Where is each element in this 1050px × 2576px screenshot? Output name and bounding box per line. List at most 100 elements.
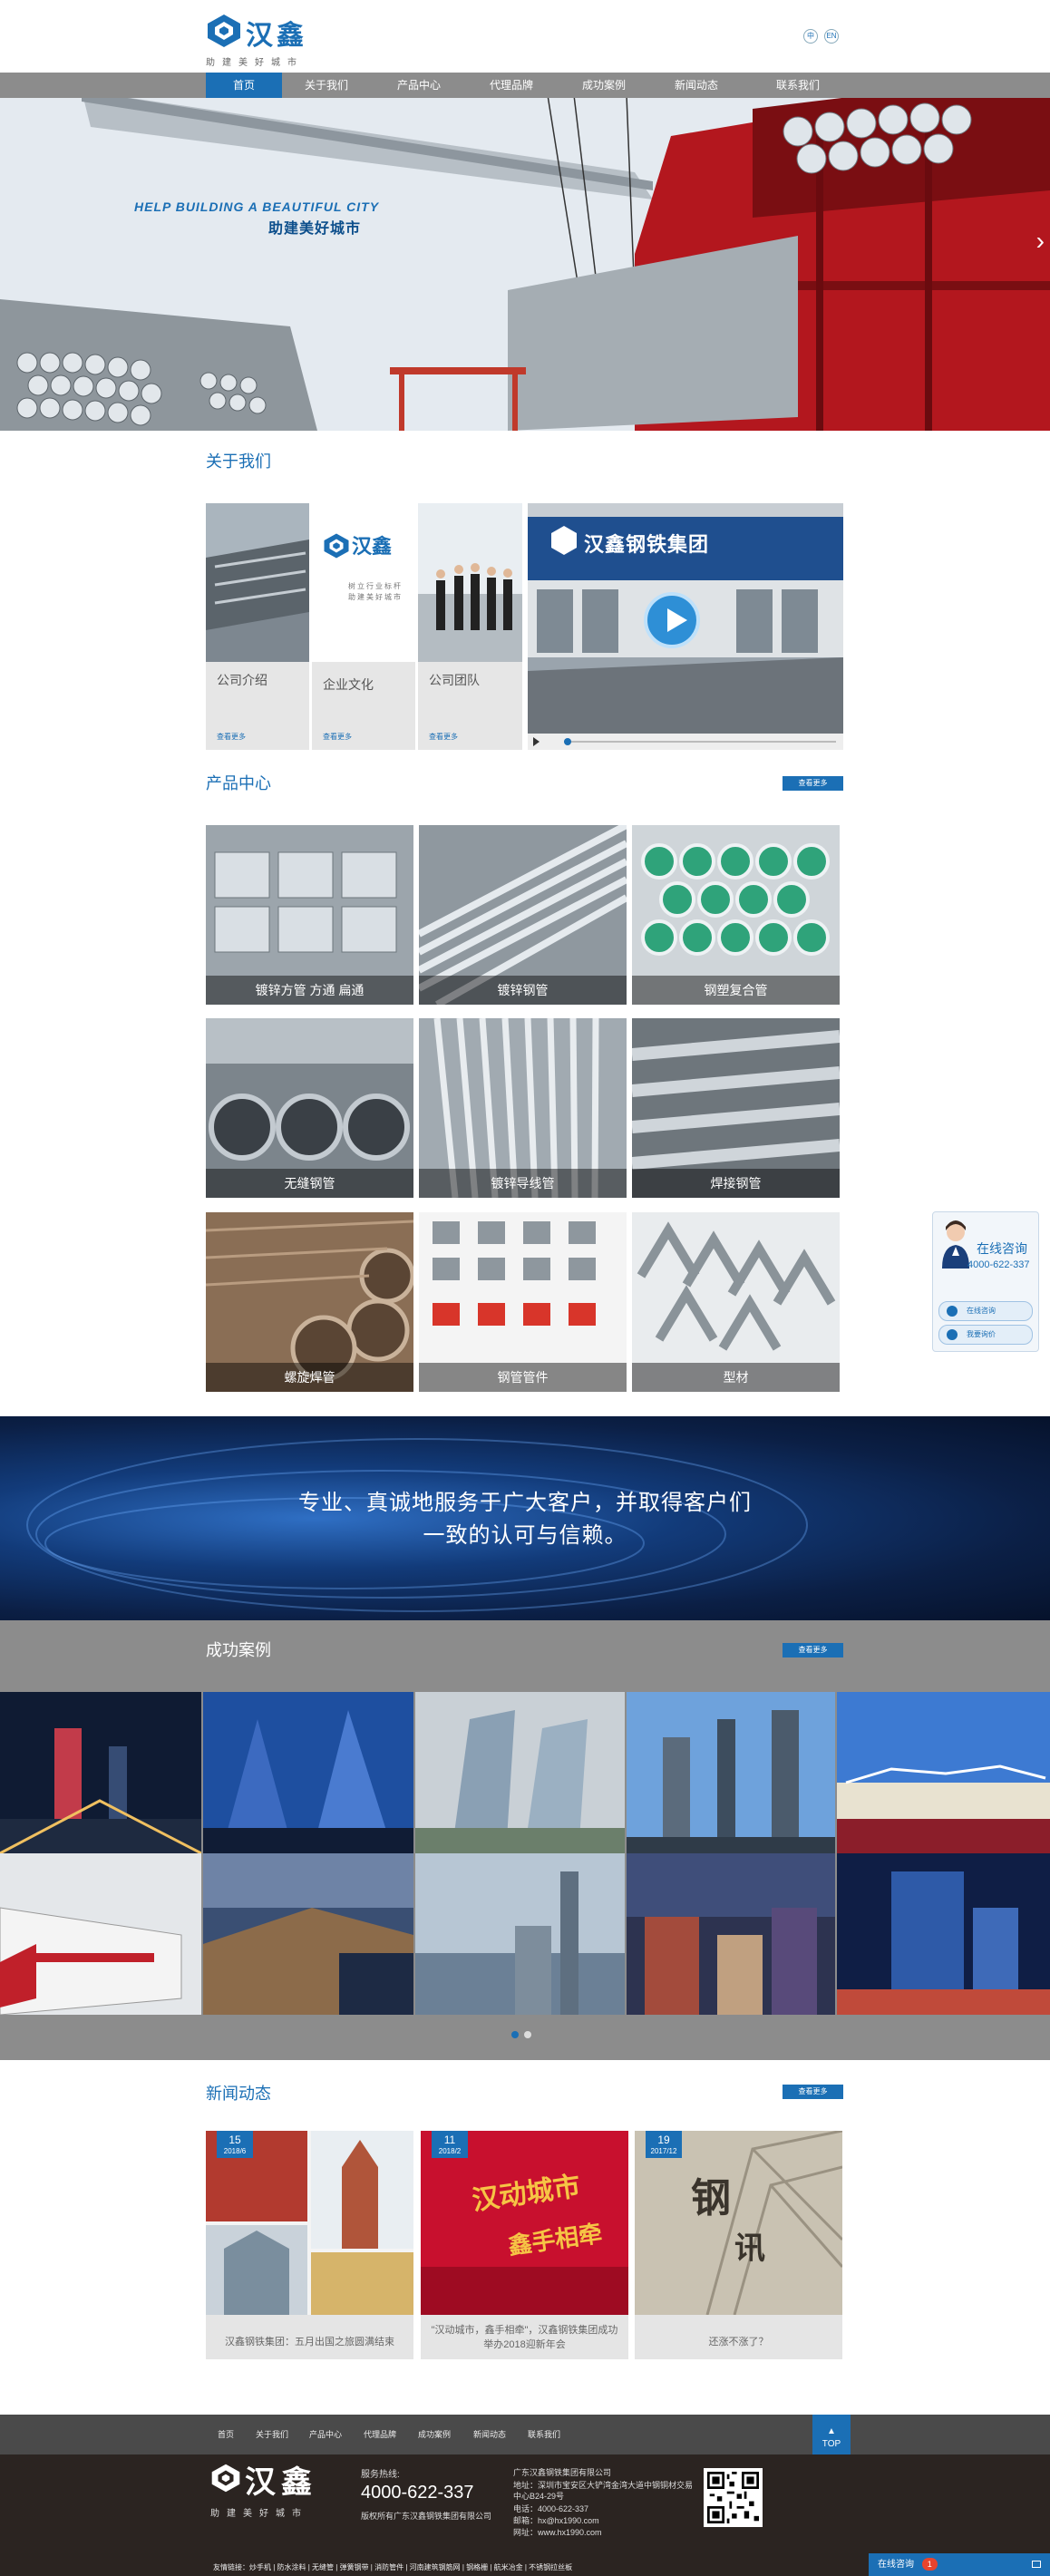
footer-nav-contact[interactable]: 联系我们: [528, 2428, 560, 2440]
footer-logo-icon: [211, 2464, 240, 2493]
case-card[interactable]: [837, 1692, 1050, 1853]
case-card[interactable]: [627, 1853, 835, 2015]
product-caption: 型材: [632, 1363, 840, 1392]
banner-next-arrow-icon[interactable]: ›: [1036, 227, 1045, 256]
nav-item-contact[interactable]: 联系我们: [760, 73, 836, 98]
case-card[interactable]: [203, 1692, 413, 1853]
news-card[interactable]: 汉动城市 鑫手相牵 11 2018/2 "汉动城市，鑫手相牵"，汉鑫钢铁集团成功…: [421, 2131, 628, 2359]
product-card[interactable]: 镀锌钢管: [419, 825, 627, 1005]
case-card[interactable]: [627, 1692, 835, 1853]
back-to-top-button[interactable]: ▲ TOP: [812, 2415, 851, 2454]
video-progress-bar[interactable]: [564, 741, 836, 743]
news-year-month: 2017/12: [650, 2147, 677, 2155]
case-card[interactable]: [0, 1853, 201, 2015]
nav-item-news[interactable]: 新闻动态: [658, 73, 734, 98]
about-card-culture[interactable]: 汉鑫 树立行业标杆 助建美好城市 企业文化 查看更多: [312, 503, 415, 750]
case-image: [415, 1692, 625, 1853]
about-card-label: 公司团队: [429, 673, 480, 687]
video-controls[interactable]: [528, 734, 843, 750]
footer-hotline-label: 服务热线:: [361, 2470, 400, 2480]
friend-links[interactable]: 友情链接：炒手机 | 防水涂料 | 无缝管 | 弹簧钢带 | 消防管件 | 河南…: [213, 2562, 572, 2572]
logo-mark-icon: [208, 15, 240, 47]
lang-cn-button[interactable]: 中: [803, 29, 818, 44]
case-card[interactable]: [837, 1853, 1050, 2015]
news-title[interactable]: "汉动城市，鑫手相牵"，汉鑫钢铁集团成功举办2018迎新年会: [430, 2323, 619, 2352]
news-image: [206, 2131, 413, 2315]
product-card[interactable]: 无缝钢管: [206, 1018, 413, 1198]
about-card-team[interactable]: 公司团队 查看更多: [418, 503, 522, 750]
product-caption: 镀锌方管 方通 扁通: [206, 976, 413, 1005]
product-caption: 镀锌钢管: [419, 976, 627, 1005]
intro-image: [206, 503, 309, 662]
product-caption: 钢塑复合管: [632, 976, 840, 1005]
case-image: [837, 1692, 1050, 1853]
maximize-icon[interactable]: [1032, 2561, 1041, 2568]
footer-nav-products[interactable]: 产品中心: [309, 2428, 342, 2440]
case-card[interactable]: [415, 1853, 625, 2015]
footer-nav-home[interactable]: 首页: [218, 2428, 234, 2440]
footer-nav-about[interactable]: 关于我们: [256, 2428, 288, 2440]
footer-nav-news[interactable]: 新闻动态: [473, 2428, 506, 2440]
company-video[interactable]: 汉鑫钢铁集团: [528, 503, 843, 750]
case-image: [415, 1853, 625, 2015]
case-image: [0, 1853, 201, 2015]
news-card[interactable]: 15 2018/6 汉鑫钢铁集团：五月出国之旅圆满结束: [206, 2131, 413, 2359]
about-section-title: 关于我们: [206, 452, 271, 471]
about-card-more-link[interactable]: 查看更多: [429, 732, 458, 742]
nav-item-home[interactable]: 首页: [206, 73, 282, 98]
product-card[interactable]: 螺旋焊管: [206, 1212, 413, 1392]
footer-nav-brands[interactable]: 代理品牌: [364, 2428, 396, 2440]
products-section-title: 产品中心: [206, 774, 271, 792]
logo[interactable]: 汉鑫 助建美好城市: [206, 13, 351, 68]
news-date-badge: 15 2018/6: [217, 2131, 253, 2158]
video-progress-handle[interactable]: [564, 738, 571, 745]
news-section-title: 新闻动态: [206, 2085, 271, 2103]
news-title[interactable]: 汉鑫钢铁集团：五月出国之旅圆满结束: [215, 2335, 404, 2349]
carousel-dot[interactable]: [524, 2031, 531, 2038]
cases-more-button[interactable]: 查看更多: [783, 1643, 843, 1657]
case-card[interactable]: [0, 1692, 201, 1853]
consult-online-button[interactable]: 在线咨询: [938, 1301, 1033, 1321]
nav-item-cases[interactable]: 成功案例: [566, 73, 642, 98]
product-caption: 镀锌导线管: [419, 1169, 627, 1198]
carousel-dot-active[interactable]: [511, 2031, 519, 2038]
consult-quote-button[interactable]: 我要询价: [938, 1325, 1033, 1345]
products-more-button[interactable]: 查看更多: [783, 776, 843, 791]
about-card-more-link[interactable]: 查看更多: [323, 732, 352, 742]
news-title[interactable]: 还涨不涨了？: [644, 2335, 833, 2349]
banner-image: [0, 73, 1050, 431]
case-card[interactable]: [415, 1692, 625, 1853]
product-card[interactable]: 型材: [632, 1212, 840, 1392]
product-card[interactable]: 焊接钢管: [632, 1018, 840, 1198]
chat-unread-badge: 1: [921, 2558, 938, 2571]
nav-item-about[interactable]: 关于我们: [288, 73, 365, 98]
product-card[interactable]: 镀锌导线管: [419, 1018, 627, 1198]
nav-item-brands[interactable]: 代理品牌: [473, 73, 549, 98]
footer-nav-cases[interactable]: 成功案例: [418, 2428, 451, 2440]
play-icon[interactable]: [644, 592, 700, 648]
video-play-small-icon[interactable]: [533, 737, 540, 746]
service-banner: 专业、真诚地服务于广大客户，并取得客户们 一致的认可与信赖。: [0, 1416, 1050, 1620]
lang-en-button[interactable]: EN: [824, 29, 839, 44]
video-sign-text: 汉鑫钢铁集团: [584, 533, 710, 556]
chat-bar[interactable]: 在线咨询 1: [869, 2553, 1050, 2576]
news-card[interactable]: 钢 讯 19 2017/12 还涨不涨了？: [635, 2131, 842, 2359]
about-card-intro[interactable]: 公司介绍 查看更多: [206, 503, 309, 750]
case-card[interactable]: [203, 1853, 413, 2015]
product-card[interactable]: 钢塑复合管: [632, 825, 840, 1005]
online-consult-widget[interactable]: 在线咨询 4000-622-337 在线咨询 我要询价: [932, 1211, 1039, 1352]
case-image: [627, 1853, 835, 2015]
footer-nav: 首页 关于我们 产品中心 代理品牌 成功案例 新闻动态 联系我们: [0, 2415, 1050, 2454]
product-card[interactable]: 镀锌方管 方通 扁通: [206, 825, 413, 1005]
news-more-button[interactable]: 查看更多: [783, 2085, 843, 2099]
quote-icon: [947, 1329, 958, 1340]
product-card[interactable]: 钢管管件: [419, 1212, 627, 1392]
news-day: 11: [443, 2134, 456, 2146]
service-slogan-line2: 一致的认可与信赖。: [423, 1523, 627, 1548]
news-poster-text-1: 钢: [691, 2176, 731, 2221]
about-card-more-link[interactable]: 查看更多: [217, 732, 246, 742]
nav-item-products[interactable]: 产品中心: [381, 73, 457, 98]
cases-section-title: 成功案例: [206, 1641, 271, 1659]
consult-online-label: 在线咨询: [967, 1307, 996, 1315]
banner-title: 助建美好城市: [268, 221, 362, 237]
